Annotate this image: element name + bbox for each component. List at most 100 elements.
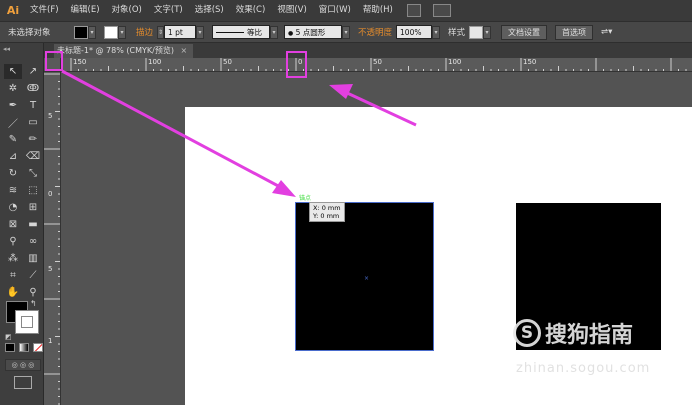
document-tab[interactable]: 未标题-1* @ 78% (CMYK/预览) ×	[54, 44, 194, 58]
mesh-tool-icon[interactable]: ⊠	[4, 217, 22, 232]
pen-tool-icon[interactable]: ✒	[4, 98, 22, 113]
eraser-tool-icon[interactable]: ⌫	[24, 149, 42, 164]
menu-file[interactable]: 文件(F)	[24, 0, 65, 21]
draw-mode-icon[interactable]: ◎ ◎ ◎	[5, 359, 41, 371]
line-tool-icon[interactable]: ／	[4, 115, 22, 130]
watermark-logo: S	[513, 319, 541, 347]
toolbox: ◂◂ ↖ ↗ ✲ ↂ ✒ T ／ ▭ ✎ ✏ ⊿ ⌫ ↻ ⤡ ≋ ⬚ ◔ ⊞ ⊠…	[0, 43, 44, 405]
horizontal-ruler[interactable]: 150 100 50 0 50 100 150	[61, 58, 692, 72]
blob-brush-tool-icon[interactable]: ⊿	[4, 149, 22, 164]
document-tab-title: 未标题-1* @ 78% (CMYK/预览)	[57, 46, 174, 55]
preferences-button[interactable]: 首选项	[555, 24, 594, 40]
free-transform-tool-icon[interactable]: ⬚	[24, 183, 42, 198]
menu-effect[interactable]: 效果(C)	[230, 0, 272, 21]
style-label: 样式	[448, 28, 466, 38]
stroke-weight-field[interactable]: 1 pt	[164, 25, 197, 39]
document-setup-button[interactable]: 文档设置	[501, 24, 548, 40]
menu-edit[interactable]: 编辑(E)	[65, 0, 106, 21]
scale-tool-icon[interactable]: ⤡	[24, 166, 42, 181]
stroke-dropdown[interactable]: ▾	[118, 25, 126, 39]
eyedropper-tool-icon[interactable]: ⚲	[4, 234, 22, 249]
canvas[interactable]: × 锚点 X: 0 mm Y: 0 mm S 搜狗指南 zhinan.sogou…	[61, 72, 692, 405]
magic-wand-tool-icon[interactable]: ✲	[4, 81, 22, 96]
menu-view[interactable]: 视图(V)	[271, 0, 312, 21]
color-mode-icon[interactable]	[5, 343, 15, 352]
stroke-weight-stepper[interactable]: ⇕	[157, 25, 165, 39]
vertical-ruler-ticks	[44, 73, 60, 405]
opacity-label[interactable]: 不透明度	[354, 26, 396, 38]
vertical-ruler[interactable]: 5 0 5 1	[44, 72, 61, 405]
opacity-dropdown[interactable]: ▾	[432, 25, 441, 39]
brush-dot-icon: ●	[288, 30, 294, 37]
graphic-style-dropdown[interactable]: ▾	[483, 25, 492, 39]
stroke-swatch[interactable]	[104, 25, 118, 39]
opacity-field[interactable]: 100%	[396, 25, 433, 39]
arrange-documents-icon[interactable]	[432, 4, 451, 17]
menu-object[interactable]: 对象(O)	[106, 0, 148, 21]
stroke-weight-dropdown[interactable]: ▾	[196, 25, 205, 39]
stroke-label[interactable]: 描边	[132, 26, 157, 38]
brush-label: 5 点圆形	[295, 28, 326, 37]
bridge-icon[interactable]	[406, 4, 421, 17]
direct-selection-tool-icon[interactable]: ↗	[24, 64, 42, 79]
fill-dropdown[interactable]: ▾	[88, 25, 96, 39]
screen-mode-icon[interactable]	[14, 376, 32, 389]
tooltip-x: X: 0 mm	[313, 204, 341, 212]
variable-width-profile[interactable]: 等比	[212, 25, 271, 39]
artboard-tool-icon[interactable]: ⌗	[4, 268, 22, 283]
brush-dropdown[interactable]: ▾	[342, 25, 351, 39]
paintbrush-tool-icon[interactable]: ✎	[4, 132, 22, 147]
menu-bar: Ai 文件(F) 编辑(E) 对象(O) 文字(T) 选择(S) 效果(C) 视…	[0, 0, 692, 21]
stroke-color-box[interactable]	[15, 310, 39, 334]
center-point-icon: ×	[364, 275, 370, 282]
symbol-sprayer-tool-icon[interactable]: ⁂	[4, 251, 22, 266]
zoom-tool-icon[interactable]: ⚲	[24, 285, 42, 300]
rotate-tool-icon[interactable]: ↻	[4, 166, 22, 181]
slice-tool-icon[interactable]: ⟋	[24, 268, 42, 283]
watermark: S 搜狗指南	[513, 317, 633, 349]
ruler-label: 0	[298, 58, 303, 66]
ruler-label: 100	[448, 58, 462, 66]
app-logo: Ai	[6, 4, 20, 17]
ruler-label: 50	[373, 58, 382, 66]
menu-select[interactable]: 选择(S)	[189, 0, 230, 21]
graphic-style-swatch[interactable]	[469, 25, 484, 39]
warp-tool-icon[interactable]: ≋	[4, 183, 22, 198]
rectangle-tool-icon[interactable]: ▭	[24, 115, 42, 130]
column-graph-tool-icon[interactable]: ▥	[24, 251, 42, 266]
menu-type[interactable]: 文字(T)	[148, 0, 189, 21]
blend-tool-icon[interactable]: ∞	[24, 234, 42, 249]
fill-swatch[interactable]	[74, 25, 88, 39]
menu-help[interactable]: 帮助(H)	[357, 0, 399, 21]
selection-tool-icon[interactable]: ↖	[4, 64, 22, 79]
gradient-mode-icon[interactable]	[19, 343, 29, 352]
selection-status: 未选择对象	[8, 28, 51, 38]
swap-fill-stroke-icon[interactable]: ↰	[30, 299, 37, 308]
type-tool-icon[interactable]: T	[24, 98, 42, 113]
pencil-tool-icon[interactable]: ✏	[24, 132, 42, 147]
lasso-tool-icon[interactable]: ↂ	[24, 81, 42, 96]
ruler-label: 1	[48, 337, 53, 345]
gradient-tool-icon[interactable]: ▬	[24, 217, 42, 232]
toolbox-collapse-icon[interactable]: ◂◂	[3, 45, 10, 53]
hand-tool-icon[interactable]: ✋	[4, 285, 22, 300]
watermark-url: zhinan.sogou.com	[516, 361, 651, 376]
close-tab-icon[interactable]: ×	[181, 46, 188, 55]
ruler-label: 50	[223, 58, 232, 66]
control-bar: 未选择对象 ▾ ▾ 描边 ⇕ 1 pt ▾ 等比 ▾ ● 5 点圆形 ▾ 不透明…	[0, 21, 692, 43]
menu-window[interactable]: 窗口(W)	[313, 0, 357, 21]
ruler-label: 150	[523, 58, 537, 66]
anchor-label: 锚点	[299, 195, 312, 202]
brush-definition[interactable]: ● 5 点圆形	[284, 25, 343, 39]
panel-menu-icon[interactable]: ⇌▾	[597, 27, 616, 37]
none-mode-icon[interactable]	[33, 343, 43, 352]
tooltip-y: Y: 0 mm	[313, 212, 340, 220]
default-colors-icon[interactable]: ◩	[5, 333, 12, 341]
ruler-label: 5	[48, 112, 53, 120]
shape-builder-tool-icon[interactable]: ◔	[4, 200, 22, 215]
profile-dropdown[interactable]: ▾	[270, 25, 279, 39]
ruler-label: 150	[73, 58, 87, 66]
selected-black-rectangle[interactable]: ×	[295, 202, 434, 351]
ruler-origin[interactable]	[44, 58, 61, 72]
perspective-grid-tool-icon[interactable]: ⊞	[24, 200, 42, 215]
